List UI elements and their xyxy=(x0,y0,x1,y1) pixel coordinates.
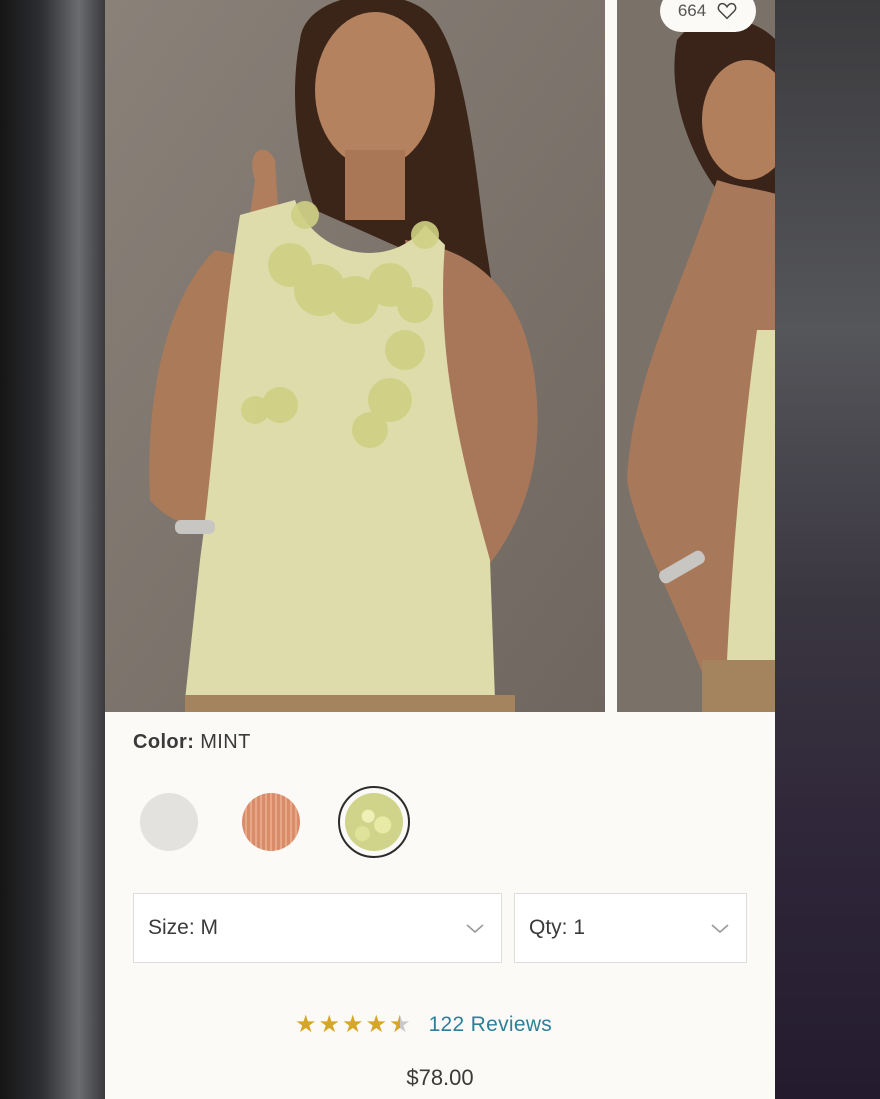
product-image-gallery[interactable]: 664 xyxy=(105,0,775,712)
product-rating[interactable]: ★ ★ ★ ★ ★ 122 Reviews xyxy=(295,1013,552,1037)
color-swatches xyxy=(133,784,433,860)
size-select-label: Size: M xyxy=(148,916,219,939)
rating-stars: ★ ★ ★ ★ ★ xyxy=(295,1013,411,1037)
chevron-down-icon xyxy=(466,924,484,934)
heart-icon xyxy=(717,2,737,20)
color-selection-label: Color: MINT xyxy=(133,731,251,754)
star-icon: ★ xyxy=(342,1011,364,1038)
swatch-orange[interactable] xyxy=(235,786,307,858)
swatch-mint-selected[interactable] xyxy=(338,786,410,858)
swatch-white-fill xyxy=(140,793,198,851)
chevron-down-icon xyxy=(711,924,729,934)
background-left xyxy=(0,0,105,1099)
product-page: 664 Color: MINT Size: M Qty: 1 ★ ★ ★ ★ ★… xyxy=(105,0,775,1099)
star-icon: ★ xyxy=(365,1011,388,1038)
swatch-white[interactable] xyxy=(133,786,205,858)
favorite-button[interactable]: 664 xyxy=(660,0,756,32)
quantity-select[interactable]: Qty: 1 xyxy=(514,893,747,963)
color-label: Color: xyxy=(133,731,195,753)
product-price: $78.00 xyxy=(406,1065,474,1090)
swatch-orange-fill xyxy=(242,793,300,851)
product-image-front[interactable] xyxy=(105,0,605,712)
reviews-link[interactable]: 122 Reviews xyxy=(429,1013,553,1037)
color-value: MINT xyxy=(200,731,251,753)
swatch-mint-fill xyxy=(345,793,403,851)
star-icon: ★ xyxy=(318,1011,341,1038)
favorites-count: 664 xyxy=(677,1,707,20)
star-icon: ★ xyxy=(295,1011,317,1038)
half-star-icon: ★ xyxy=(389,1011,411,1038)
product-image-back[interactable] xyxy=(617,0,775,712)
size-select[interactable]: Size: M xyxy=(133,893,502,963)
background-right xyxy=(775,0,880,1099)
quantity-select-label: Qty: 1 xyxy=(529,916,586,939)
